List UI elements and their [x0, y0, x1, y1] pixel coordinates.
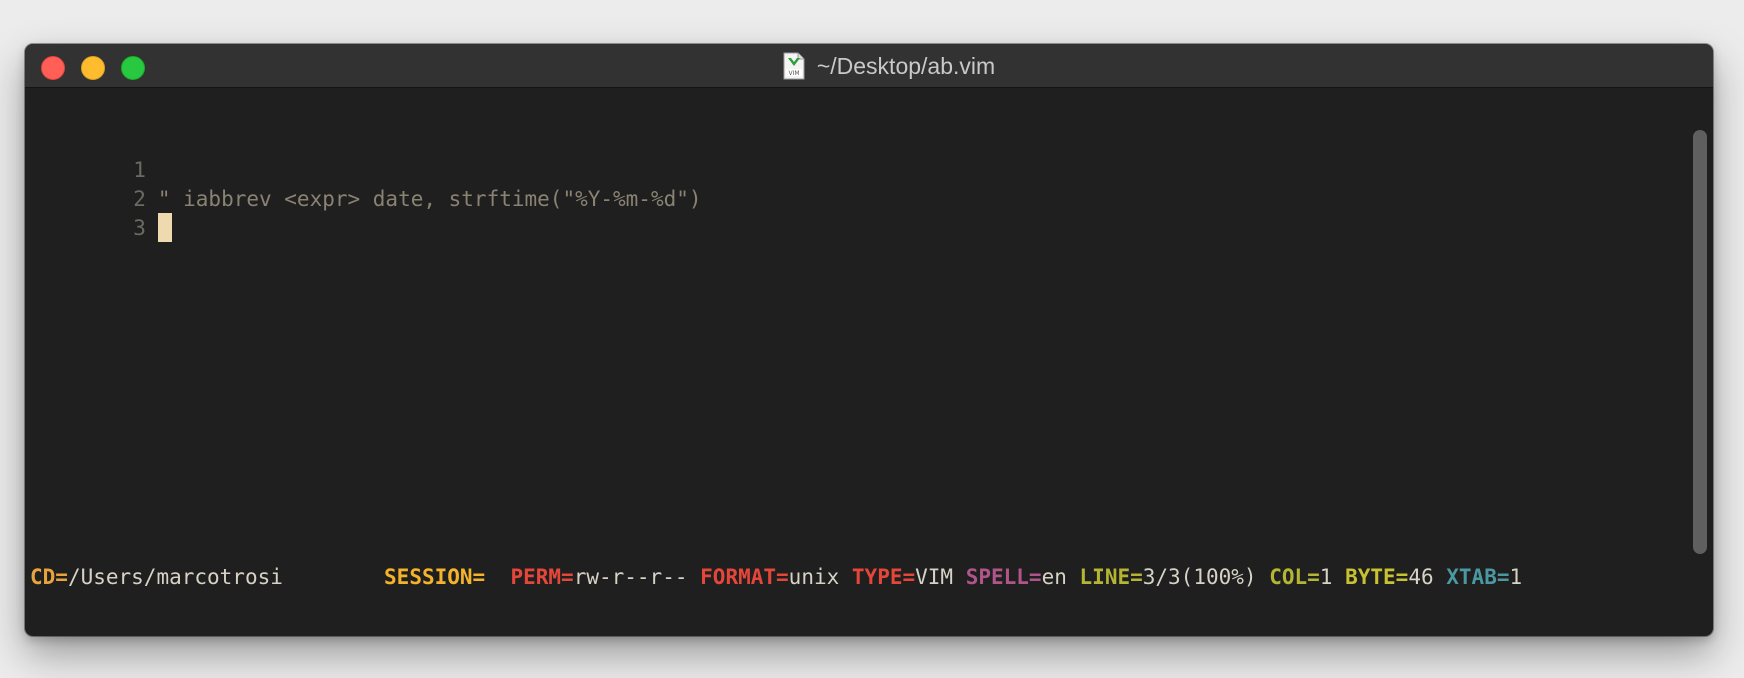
- line-text: " iabbrev <expr> date, strftime("%Y-%m-%…: [157, 187, 702, 211]
- status-cd-value: /Users/marcotrosi: [67, 565, 283, 589]
- status-xtab-value: 1: [1509, 565, 1523, 589]
- status-line: CD=/Users/marcotrosi SESSION= PERM=rw-r-…: [30, 562, 1522, 592]
- status-byte-value: 46: [1408, 565, 1434, 589]
- status-spell-value: en: [1041, 565, 1067, 589]
- status-spell-key: SPELL=: [965, 565, 1042, 589]
- text-cursor: [157, 213, 172, 242]
- status-perm-key: PERM=: [510, 565, 574, 589]
- status-line-value: 3/3(100%): [1142, 565, 1257, 589]
- editor-area[interactable]: 1 2 " iabbrev <expr> date, strftime("%Y-%…: [25, 88, 1685, 636]
- status-type-key: TYPE=: [851, 565, 916, 589]
- vertical-scrollbar[interactable]: [1693, 130, 1707, 554]
- editor-line[interactable]: 3: [25, 183, 172, 242]
- status-format-key: FORMAT=: [700, 565, 789, 589]
- vim-window: VIM ~/Desktop/ab.vim 1 2 " iabbrev <expr>…: [25, 44, 1713, 636]
- window-title: ~/Desktop/ab.vim: [816, 52, 996, 79]
- status-format-value: unix: [788, 565, 840, 589]
- status-perm-value: rw-r--r--: [573, 565, 688, 589]
- editor-line[interactable]: 1: [25, 125, 158, 182]
- status-line-key: LINE=: [1079, 565, 1143, 589]
- title-bar[interactable]: VIM ~/Desktop/ab.vim: [25, 44, 1713, 88]
- status-type-value: VIM: [915, 565, 954, 589]
- svg-text:VIM: VIM: [788, 70, 799, 77]
- status-session-key: SESSION=: [384, 565, 486, 589]
- status-col-value: 1: [1319, 565, 1333, 589]
- status-col-key: COL=: [1269, 565, 1320, 589]
- status-cd-key: CD=: [30, 565, 68, 589]
- editor-line[interactable]: 2 " iabbrev <expr> date, strftime("%Y-%m-…: [25, 154, 701, 211]
- vim-file-icon: VIM: [783, 52, 805, 80]
- status-xtab-key: XTAB=: [1446, 565, 1510, 589]
- status-byte-key: BYTE=: [1345, 565, 1409, 589]
- line-number: 3: [133, 216, 146, 240]
